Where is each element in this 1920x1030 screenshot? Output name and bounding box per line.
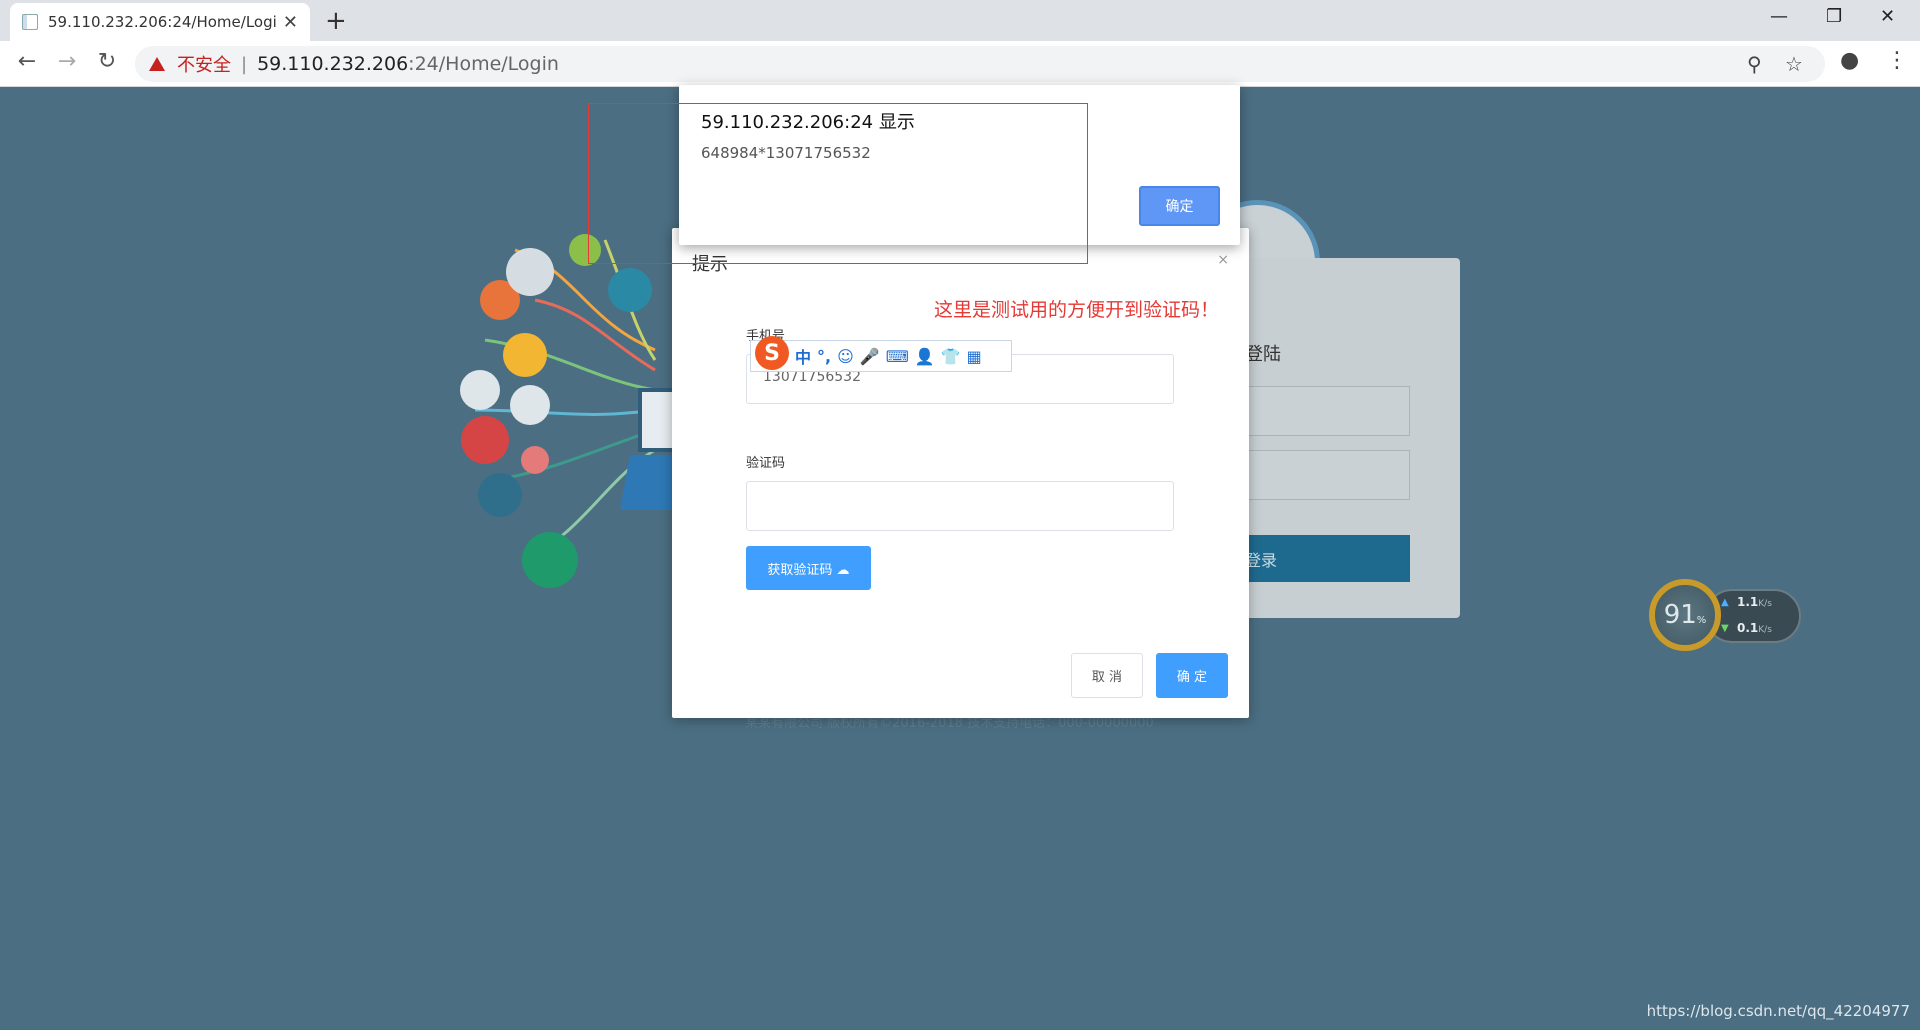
bookmark-star-icon[interactable]: ☆ [1785,52,1803,76]
confirm-button[interactable]: 确 定 [1156,653,1228,698]
ime-voice-icon[interactable]: 🎤 [860,347,880,366]
code-label: 验证码 [746,456,786,471]
ime-apps-icon[interactable]: ▦ [967,347,982,366]
cpu-percent: 91 [1663,600,1697,630]
browser-toolbar: ← → ↻ 不安全 | 59.110.232.206:24/Home/Login… [0,41,1920,87]
background-password-input[interactable] [1245,450,1410,500]
ime-logo-icon[interactable]: S [755,336,789,370]
watermark: https://blog.csdn.net/qq_42204977 [1646,1002,1910,1020]
page-favicon-icon [22,14,38,30]
download-arrow-icon: ▼ [1721,623,1729,634]
annotation-highlight-box [588,103,1088,264]
alert-ok-button[interactable]: 确定 [1139,186,1220,226]
new-tab-icon[interactable]: + [325,6,347,36]
ime-skin-icon[interactable]: 👕 [941,347,961,366]
network-speed-widget[interactable]: 91% ▲ 1.1K/s ▼ 0.1K/s [1645,575,1805,655]
ime-toolbar[interactable]: S 中 °, ☺ 🎤 ⌨ 👤 👕 ▦ [750,336,1012,372]
zoom-icon[interactable]: ⚲ [1747,52,1762,76]
download-speed: 0.1K/s [1737,621,1772,635]
upload-arrow-icon: ▲ [1721,597,1729,608]
back-icon[interactable]: ← [12,49,42,74]
address-bar[interactable]: 不安全 | 59.110.232.206:24/Home/Login ⚲ ☆ [135,46,1825,82]
ime-punctuation-icon[interactable]: °, [817,347,831,366]
cpu-ring: 91% [1649,579,1721,651]
login-title: 登陆 [1245,344,1281,365]
not-secure-label[interactable]: 不安全 [177,51,231,77]
restore-icon[interactable]: ❐ [1826,6,1842,27]
cpu-percent-unit: % [1696,614,1707,626]
ime-emoji-icon[interactable]: ☺ [837,347,854,366]
background-login-button[interactable]: 登录 [1245,535,1410,582]
dialog-close-icon[interactable]: × [1217,252,1229,268]
background-username-input[interactable] [1245,386,1410,436]
url-host: 59.110.232.206 [257,53,409,75]
window-close-icon[interactable]: ✕ [1880,6,1895,27]
not-secure-icon[interactable] [149,57,165,71]
ime-user-icon[interactable]: 👤 [915,347,935,366]
code-input[interactable] [746,481,1174,531]
url-path: :24/Home/Login [408,53,559,75]
tab-strip: 59.110.232.206:24/Home/Login ✕ + — ❐ ✕ [0,0,1920,41]
forward-icon[interactable]: → [52,49,82,74]
tab-title: 59.110.232.206:24/Home/Login [48,13,277,31]
get-code-button[interactable]: 获取验证码 ☁ [746,546,871,590]
cancel-button[interactable]: 取 消 [1071,653,1143,698]
profile-icon[interactable]: ● [1840,48,1859,73]
verification-dialog: 提示 × 这里是测试用的方便开到验证码！ 手机号 13071756532 验证码… [672,228,1249,718]
ime-chinese-mode[interactable]: 中 [795,344,811,368]
upload-speed: 1.1K/s [1737,595,1772,609]
tab-close-icon[interactable]: ✕ [283,12,298,33]
ime-keyboard-icon[interactable]: ⌨ [886,347,909,366]
menu-icon[interactable]: ⋮ [1886,48,1908,73]
annotation-note: 这里是测试用的方便开到验证码！ [934,299,1220,321]
browser-tab[interactable]: 59.110.232.206:24/Home/Login ✕ [10,3,310,41]
url-separator: | [241,53,248,75]
reload-icon[interactable]: ↻ [92,49,122,74]
minimize-icon[interactable]: — [1770,6,1788,27]
